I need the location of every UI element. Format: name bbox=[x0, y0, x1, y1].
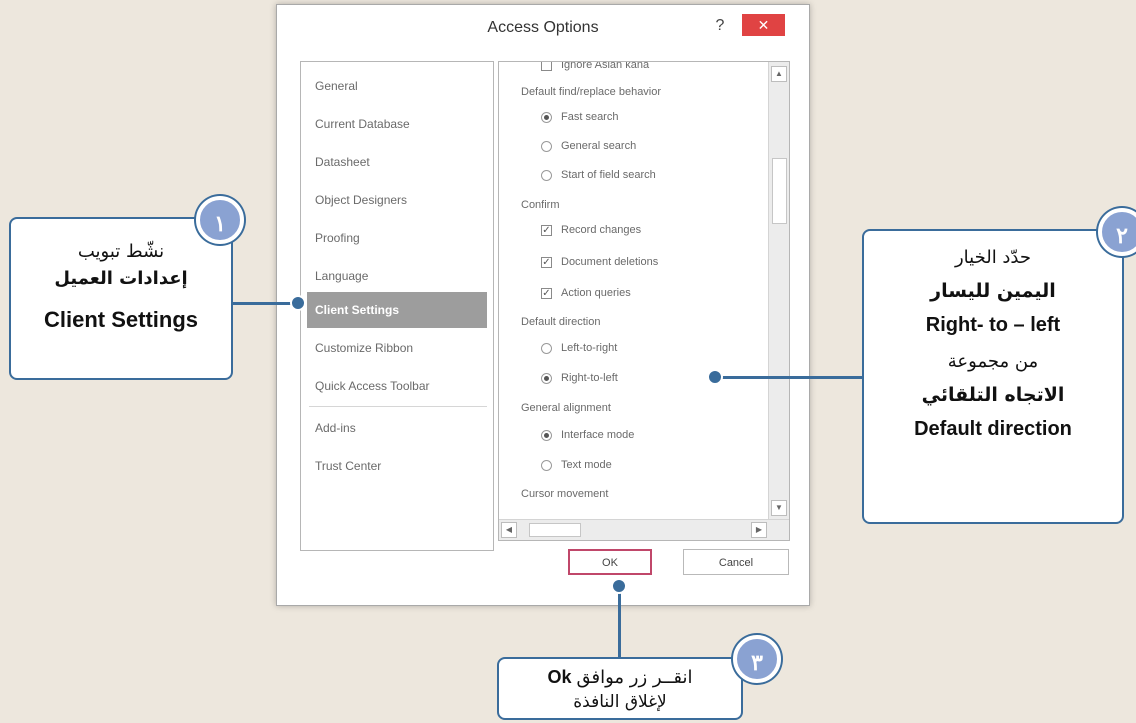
close-button[interactable]: ✕ bbox=[742, 14, 785, 36]
dialog-title: Access Options bbox=[487, 19, 599, 36]
callout-2-line-1: حدّد الخيار bbox=[954, 247, 1032, 268]
option-right-to-left[interactable]: Right-to-left bbox=[561, 372, 618, 384]
step-badge-3: ٣ bbox=[733, 635, 781, 683]
connector-line-1 bbox=[233, 302, 297, 305]
chevron-right-icon[interactable]: ▶ bbox=[751, 522, 767, 538]
sidebar-item-object-designers[interactable]: Object Designers bbox=[307, 182, 487, 218]
connector-dot-3 bbox=[611, 578, 627, 594]
close-icon: ✕ bbox=[757, 17, 770, 33]
help-button[interactable]: ? bbox=[711, 17, 729, 39]
chevron-up-icon[interactable]: ▲ bbox=[771, 66, 787, 82]
callout-3-line-1: انقــر زر موافق Ok bbox=[499, 667, 741, 688]
ok-button[interactable]: OK bbox=[568, 549, 652, 575]
checkbox-action-queries[interactable]: ✓ bbox=[541, 288, 552, 299]
option-document-deletions[interactable]: Document deletions bbox=[561, 256, 658, 268]
connector-dot-1 bbox=[290, 295, 306, 311]
callout-2-line-6: Default direction bbox=[914, 418, 1072, 440]
sidebar-item-add-ins[interactable]: Add-ins bbox=[307, 410, 487, 446]
horizontal-scrollbar[interactable]: ◀ ▶ bbox=[499, 519, 789, 540]
checkbox-icon[interactable] bbox=[541, 62, 552, 71]
sidebar-item-trust-center[interactable]: Trust Center bbox=[307, 448, 487, 484]
options-sidebar: General Current Database Datasheet Objec… bbox=[300, 61, 494, 551]
callout-step-1: نشّط تبويب إعدادات العميل Client Setting… bbox=[9, 217, 233, 380]
radio-interface-mode[interactable] bbox=[541, 430, 552, 441]
radio-fast-search[interactable] bbox=[541, 112, 552, 123]
callout-2-line-4: من مجموعة bbox=[947, 351, 1039, 372]
connector-line-2 bbox=[716, 376, 862, 379]
sidebar-item-proofing[interactable]: Proofing bbox=[307, 220, 487, 256]
option-general-search[interactable]: General search bbox=[561, 140, 636, 152]
step-badge-1: ١ bbox=[196, 196, 244, 244]
chevron-down-icon[interactable]: ▼ bbox=[771, 500, 787, 516]
group-heading-general-alignment: General alignment bbox=[521, 402, 611, 414]
group-heading-cursor-movement: Cursor movement bbox=[521, 488, 609, 500]
option-ignore-asian-kana[interactable]: Ignore Asian kana bbox=[561, 62, 649, 71]
horizontal-scroll-thumb[interactable] bbox=[529, 523, 581, 537]
access-options-dialog: Access Options ? ✕ General Current Datab… bbox=[276, 4, 810, 606]
sidebar-item-general[interactable]: General bbox=[307, 68, 487, 104]
dialog-titlebar: Access Options ? ✕ bbox=[277, 5, 809, 57]
sidebar-item-current-database[interactable]: Current Database bbox=[307, 106, 487, 142]
cancel-button[interactable]: Cancel bbox=[683, 549, 789, 575]
radio-text-mode[interactable] bbox=[541, 460, 552, 471]
callout-1-line-3: Client Settings bbox=[43, 307, 198, 332]
sidebar-item-language[interactable]: Language bbox=[307, 258, 487, 294]
option-left-to-right[interactable]: Left-to-right bbox=[561, 342, 617, 354]
callout-1-line-1: نشّط تبويب bbox=[77, 241, 165, 262]
vertical-scrollbar[interactable]: ▲ ▼ bbox=[768, 62, 789, 540]
vertical-scroll-thumb[interactable] bbox=[772, 158, 787, 224]
chevron-left-icon[interactable]: ◀ bbox=[501, 522, 517, 538]
group-heading-default-direction: Default direction bbox=[521, 316, 601, 328]
radio-left-to-right[interactable] bbox=[541, 343, 552, 354]
connector-dot-2 bbox=[707, 369, 723, 385]
callout-1-line-2: إعدادات العميل bbox=[54, 268, 188, 289]
callout-step-3: انقــر زر موافق Ok لإغلاق النافذة bbox=[497, 657, 743, 720]
checkbox-document-deletions[interactable]: ✓ bbox=[541, 257, 552, 268]
option-text-mode[interactable]: Text mode bbox=[561, 459, 612, 471]
option-record-changes[interactable]: Record changes bbox=[561, 224, 641, 236]
client-settings-panel: Ignore Asian kana Default find/replace b… bbox=[498, 61, 790, 541]
callout-step-2: حدّد الخيار اليمين لليسار Right- to – le… bbox=[862, 229, 1124, 524]
radio-general-search[interactable] bbox=[541, 141, 552, 152]
callout-3-line-2: لإغلاق النافذة bbox=[573, 692, 667, 712]
callout-3-line-1-arabic: انقــر زر موافق bbox=[576, 667, 693, 688]
option-interface-mode[interactable]: Interface mode bbox=[561, 429, 634, 441]
callout-2-line-3: Right- to – left bbox=[925, 314, 1061, 336]
sidebar-item-quick-access-toolbar[interactable]: Quick Access Toolbar bbox=[307, 368, 487, 404]
checkbox-record-changes[interactable]: ✓ bbox=[541, 225, 552, 236]
option-action-queries[interactable]: Action queries bbox=[561, 287, 631, 299]
option-fast-search[interactable]: Fast search bbox=[561, 111, 618, 123]
sidebar-item-datasheet[interactable]: Datasheet bbox=[307, 144, 487, 180]
sidebar-item-customize-ribbon[interactable]: Customize Ribbon bbox=[307, 330, 487, 366]
callout-2-line-2: اليمين لليسار bbox=[930, 280, 1056, 302]
sidebar-divider bbox=[309, 406, 487, 407]
callout-3-line-1-ok: Ok bbox=[547, 667, 572, 687]
radio-right-to-left[interactable] bbox=[541, 373, 552, 384]
radio-start-of-field-search[interactable] bbox=[541, 170, 552, 181]
connector-line-3 bbox=[618, 584, 621, 657]
sidebar-item-client-settings[interactable]: Client Settings bbox=[307, 292, 487, 328]
group-heading-confirm: Confirm bbox=[521, 199, 560, 211]
option-start-of-field-search[interactable]: Start of field search bbox=[561, 169, 656, 181]
group-heading-find-replace: Default find/replace behavior bbox=[521, 86, 662, 98]
callout-2-line-5: الاتجاه التلقائي bbox=[921, 384, 1065, 406]
